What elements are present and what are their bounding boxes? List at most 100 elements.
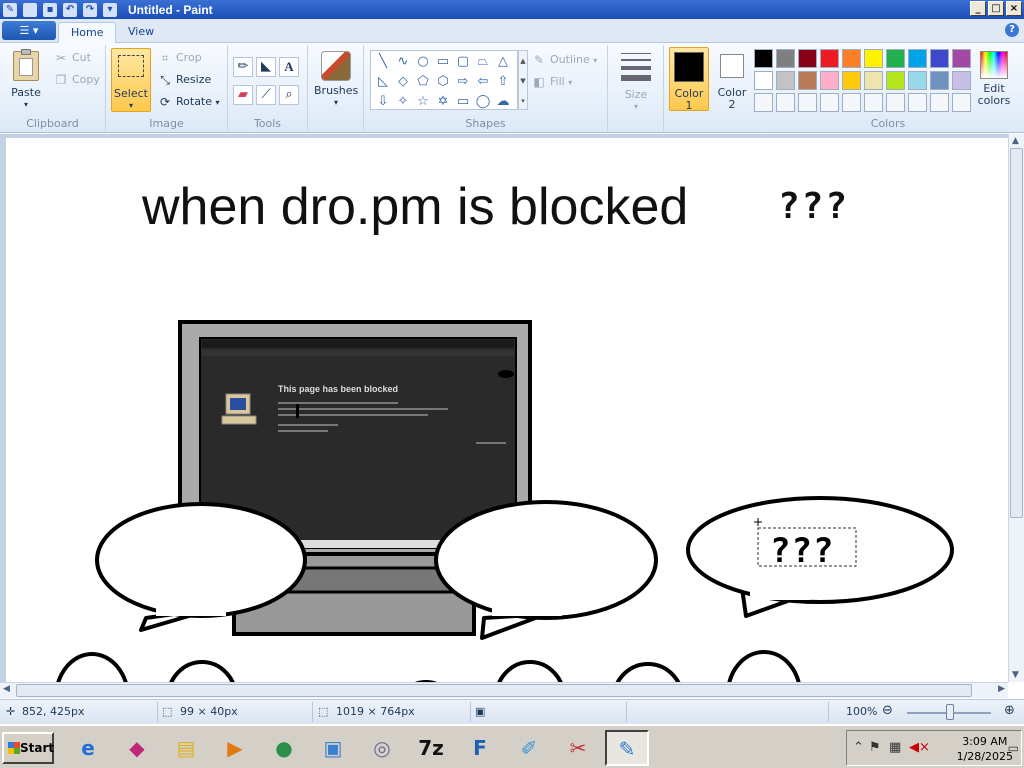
app-menu-button[interactable]: ☰ ▾ xyxy=(2,21,56,40)
rounded-callout-shape-icon[interactable]: ▭ xyxy=(453,92,473,112)
minimize-button[interactable]: _ xyxy=(970,1,986,16)
drawing-canvas[interactable]: when dro.pm is blocked ??? This page has… xyxy=(6,138,1008,682)
color-swatch[interactable] xyxy=(754,49,773,68)
color-swatch[interactable] xyxy=(930,71,949,90)
taskbar-paint[interactable]: ✎ xyxy=(605,730,649,766)
color-swatch[interactable] xyxy=(842,71,861,90)
edit-colors-button[interactable]: Edit colors xyxy=(974,49,1014,115)
help-icon[interactable]: ? xyxy=(1005,23,1019,37)
color-swatch[interactable] xyxy=(886,49,905,68)
scroll-right-icon[interactable]: ▶ xyxy=(998,684,1005,694)
save-icon[interactable]: ▪ xyxy=(43,2,57,17)
custom-color-slot[interactable] xyxy=(820,93,839,112)
down-arrow-shape-icon[interactable]: ⇩ xyxy=(373,92,393,112)
start-button[interactable]: Start xyxy=(2,732,54,764)
taskbar-snipping-tool[interactable]: ✂ xyxy=(556,730,600,766)
color-swatch[interactable] xyxy=(798,71,817,90)
brushes-button[interactable]: Brushes ▾ xyxy=(314,49,358,113)
scroll-up-icon[interactable]: ▲ xyxy=(1012,136,1019,146)
zoom-slider-thumb[interactable] xyxy=(946,704,954,720)
custom-color-slot[interactable] xyxy=(842,93,861,112)
color-swatch[interactable] xyxy=(798,49,817,68)
color-swatch[interactable] xyxy=(754,71,773,90)
paint-app-icon[interactable]: ✎ xyxy=(3,2,17,17)
crop-button[interactable]: ⌗ Crop xyxy=(158,49,202,67)
taskbar-internet-explorer[interactable]: e xyxy=(66,730,110,766)
oval-shape-icon[interactable]: ○ xyxy=(413,52,433,72)
six-point-star-shape-icon[interactable]: ✡ xyxy=(433,92,453,112)
taskbar-browser-globe[interactable]: ● xyxy=(262,730,306,766)
hexagon-shape-icon[interactable]: ⬡ xyxy=(433,72,453,92)
diamond-shape-icon[interactable]: ◇ xyxy=(393,72,413,92)
color-swatch[interactable] xyxy=(820,71,839,90)
custom-color-slot[interactable] xyxy=(952,93,971,112)
show-desktop-icon[interactable]: ▭ xyxy=(1008,741,1019,755)
taskbar-network-tool[interactable]: ▣ xyxy=(311,730,355,766)
horizontal-scrollbar[interactable]: ◀ ▶ xyxy=(0,682,1008,698)
eraser-icon[interactable]: ▰ xyxy=(233,85,253,105)
maximize-button[interactable]: □ xyxy=(988,1,1004,16)
custom-color-slot[interactable] xyxy=(864,93,883,112)
custom-color-slot[interactable] xyxy=(908,93,927,112)
taskbar-notepad[interactable]: ✐ xyxy=(507,730,551,766)
triangle-shape-icon[interactable]: △ xyxy=(493,52,513,72)
left-arrow-shape-icon[interactable]: ⇦ xyxy=(473,72,493,92)
text-tool-icon[interactable]: A xyxy=(279,57,299,77)
custom-color-slot[interactable] xyxy=(798,93,817,112)
taskbar-disk-tool[interactable]: ◎ xyxy=(360,730,404,766)
magnifier-icon[interactable]: ⌕ xyxy=(279,85,299,105)
shapes-scroll[interactable]: ▲ ▼ ▾ xyxy=(518,50,528,110)
copy-button[interactable]: ❐ Copy xyxy=(54,71,100,89)
fill-button[interactable]: ◧ Fill ▾ xyxy=(532,73,572,92)
color-picker-icon[interactable]: ⟋ xyxy=(256,85,276,105)
four-point-star-shape-icon[interactable]: ✧ xyxy=(393,92,413,112)
right-arrow-shape-icon[interactable]: ⇨ xyxy=(453,72,473,92)
select-button[interactable]: Select ▾ xyxy=(111,48,151,112)
fill-bucket-icon[interactable]: ◣ xyxy=(256,57,276,77)
outline-button[interactable]: ✎ Outline ▾ xyxy=(532,51,597,70)
scroll-down-icon[interactable]: ▼ xyxy=(1012,670,1019,680)
color-swatch[interactable] xyxy=(776,49,795,68)
tab-view[interactable]: View xyxy=(116,22,166,43)
vertical-scroll-thumb[interactable] xyxy=(1010,148,1023,518)
tray-expand-icon[interactable]: ⌃ xyxy=(853,740,864,755)
size-button[interactable]: Size ▾ xyxy=(616,51,656,111)
color-swatch[interactable] xyxy=(908,71,927,90)
network-icon[interactable]: ▦ xyxy=(889,740,901,755)
resize-button[interactable]: ⤡ Resize xyxy=(158,71,211,89)
scroll-left-icon[interactable]: ◀ xyxy=(3,684,10,694)
color2-button[interactable]: Color 2 xyxy=(712,47,752,111)
color-swatch[interactable] xyxy=(820,49,839,68)
custom-color-slot[interactable] xyxy=(754,93,773,112)
up-arrow-shape-icon[interactable]: ⇧ xyxy=(493,72,513,92)
taskbar-filezilla[interactable]: F xyxy=(458,730,502,766)
line-shape-icon[interactable]: ╲ xyxy=(373,52,393,72)
color1-button[interactable]: Color 1 xyxy=(669,47,709,112)
paste-button[interactable]: Paste ▾ xyxy=(6,49,46,113)
color-swatch[interactable] xyxy=(952,49,971,68)
taskbar-nitro-pdf[interactable]: ◆ xyxy=(115,730,159,766)
tab-home[interactable]: Home xyxy=(58,22,117,43)
color-swatch[interactable] xyxy=(776,71,795,90)
taskbar-file-explorer[interactable]: ▤ xyxy=(164,730,208,766)
oval-callout-shape-icon[interactable]: ◯ xyxy=(473,92,493,112)
taskbar-media-player[interactable]: ▶ xyxy=(213,730,257,766)
color-swatch[interactable] xyxy=(842,49,861,68)
zoom-out-icon[interactable]: ⊖ xyxy=(882,703,893,718)
undo-icon[interactable]: ↶ xyxy=(63,2,77,17)
taskbar-7zip[interactable]: 7z xyxy=(409,730,453,766)
shapes-gallery[interactable]: ╲ ∿ ○ ▭ ▢ ⏢ △ ◺ ◇ ⬠ ⬡ ⇨ ⇦ ⇧ ⇩ ✧ ☆ ✡ ▭ ◯ … xyxy=(370,50,518,110)
color-swatch[interactable] xyxy=(864,71,883,90)
cloud-callout-shape-icon[interactable]: ☁ xyxy=(493,92,513,112)
horizontal-scroll-thumb[interactable] xyxy=(16,684,972,697)
redo-icon[interactable]: ↷ xyxy=(83,2,97,17)
clock[interactable]: 3:09 AM 1/28/2025 xyxy=(957,734,1013,764)
rectangle-shape-icon[interactable]: ▭ xyxy=(433,52,453,72)
custom-color-slot[interactable] xyxy=(886,93,905,112)
zoom-in-icon[interactable]: ⊕ xyxy=(1004,703,1015,718)
color-swatch[interactable] xyxy=(908,49,927,68)
color-swatch[interactable] xyxy=(886,71,905,90)
color-swatch[interactable] xyxy=(952,71,971,90)
right-triangle-shape-icon[interactable]: ◺ xyxy=(373,72,393,92)
rounded-rectangle-shape-icon[interactable]: ▢ xyxy=(453,52,473,72)
